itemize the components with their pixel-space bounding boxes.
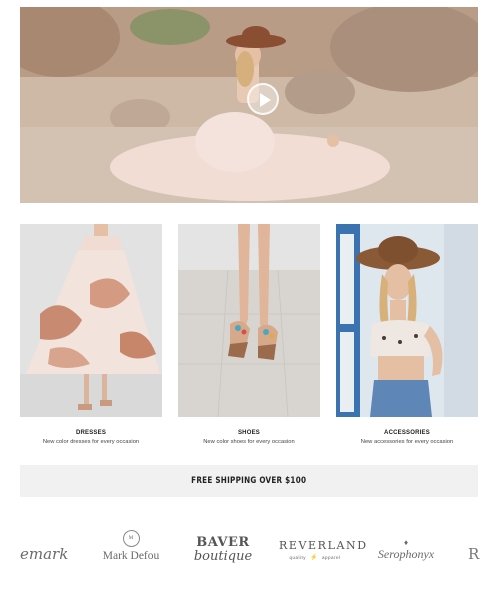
category-image-shoes[interactable]: [178, 224, 320, 417]
brand-logo-reverland[interactable]: REVERLAND quality ⚡ apparel: [279, 539, 368, 561]
hero-video[interactable]: [20, 7, 478, 203]
category-card-shoes: SHOES New color shoes for every occasion: [178, 224, 320, 445]
category-card-accessories: ACCESSORIES New accessories for every oc…: [336, 224, 478, 445]
category-desc-accessories: New accessories for every occasion: [360, 439, 454, 445]
category-desc-shoes: New color shoes for every occasion: [203, 439, 295, 445]
free-shipping-text: FREE SHIPPING OVER $100: [191, 476, 307, 486]
brand-name-serophonyx: Serophonyx: [377, 547, 435, 561]
brand-logo-baver-boutique[interactable]: BAVER boutique: [192, 536, 254, 564]
category-title-accessories[interactable]: ACCESSORIES: [336, 430, 478, 436]
tagline-quality: quality: [289, 555, 306, 560]
brand-logo-serophonyx[interactable]: ♦ Serophonyx: [373, 538, 439, 562]
category-image-dresses[interactable]: [20, 224, 162, 417]
category-title-shoes[interactable]: SHOES: [178, 430, 320, 436]
brand-logo-partial[interactable]: R: [468, 545, 479, 563]
brand-name-boutique: boutique: [193, 549, 253, 564]
tagline-apparel: apparel: [321, 555, 341, 560]
free-shipping-banner: FREE SHIPPING OVER $100: [20, 465, 478, 497]
brand-name-reverland: REVERLAND: [279, 539, 368, 552]
brand-logo-emark[interactable]: emark: [20, 545, 68, 563]
category-desc-dresses: New color dresses for every occasion: [42, 439, 140, 445]
play-icon: [260, 93, 271, 107]
category-image-accessories[interactable]: [336, 224, 478, 417]
brand-logo-mark-defou[interactable]: M Mark Defou: [102, 530, 160, 562]
mark-defou-monogram-icon: M: [122, 530, 140, 547]
category-card-dresses: DRESSES New color dresses for every occa…: [20, 224, 162, 445]
brand-tagline-reverland: quality ⚡ apparel: [279, 554, 351, 561]
bolt-icon: ⚡: [310, 555, 318, 561]
brand-name-baver: BAVER: [196, 535, 250, 550]
brand-name-mark-defou: Mark Defou: [102, 550, 160, 562]
play-button[interactable]: [247, 83, 279, 115]
category-title-dresses[interactable]: DRESSES: [20, 430, 162, 436]
diamond-icon: ♦: [403, 538, 409, 547]
